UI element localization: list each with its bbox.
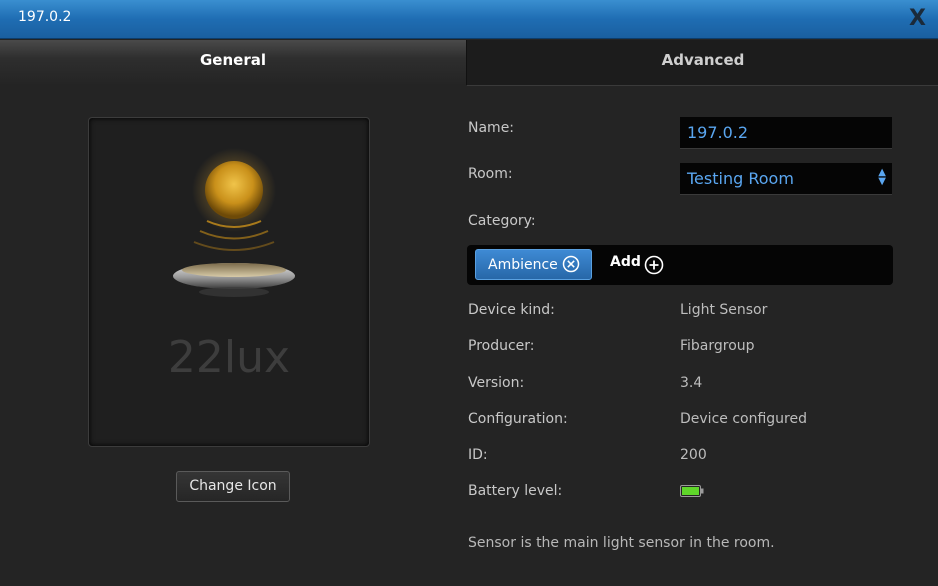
category-chip-ambience[interactable]: Ambience bbox=[475, 249, 592, 280]
producer-label: Producer: bbox=[468, 338, 535, 354]
device-kind-label: Device kind: bbox=[468, 302, 555, 318]
name-label: Name: bbox=[468, 120, 515, 136]
add-category-button[interactable]: Add bbox=[610, 254, 664, 276]
id-value: 200 bbox=[680, 447, 707, 463]
room-label: Room: bbox=[468, 166, 513, 182]
device-kind-value: Light Sensor bbox=[680, 302, 768, 318]
light-sensor-sun-icon bbox=[173, 148, 295, 297]
category-chip-label: Ambience bbox=[488, 257, 558, 273]
device-icon-preview: 22lux bbox=[88, 117, 370, 447]
remove-circle-icon[interactable] bbox=[562, 255, 580, 273]
battery-full-icon bbox=[680, 485, 704, 497]
window-title-bar: 197.0.2 X bbox=[0, 0, 938, 39]
close-button[interactable]: X bbox=[909, 6, 926, 31]
category-bar: Ambience Add bbox=[467, 245, 893, 285]
category-label: Category: bbox=[468, 213, 536, 229]
window-title: 197.0.2 bbox=[18, 9, 72, 25]
tab-bar: General Advanced bbox=[0, 40, 938, 86]
add-category-label: Add bbox=[610, 254, 641, 270]
room-select-value: Testing Room bbox=[687, 169, 794, 188]
configuration-label: Configuration: bbox=[468, 411, 568, 427]
battery-level-label: Battery level: bbox=[468, 483, 563, 499]
id-label: ID: bbox=[468, 447, 488, 463]
room-select[interactable]: Testing Room ▲ ▼ bbox=[680, 163, 892, 195]
version-label: Version: bbox=[468, 375, 525, 391]
select-arrows-icon: ▲ ▼ bbox=[878, 167, 886, 187]
producer-value: Fibargroup bbox=[680, 338, 755, 354]
version-value: 3.4 bbox=[680, 375, 703, 391]
tab-advanced[interactable]: Advanced bbox=[466, 40, 938, 86]
add-circle-icon bbox=[644, 255, 664, 275]
tab-general[interactable]: General bbox=[0, 40, 466, 86]
name-input[interactable] bbox=[680, 117, 892, 149]
change-icon-button[interactable]: Change Icon bbox=[176, 471, 290, 502]
device-description-note: Sensor is the main light sensor in the r… bbox=[468, 535, 775, 551]
lux-reading: 22lux bbox=[167, 332, 291, 383]
configuration-value: Device configured bbox=[680, 411, 807, 427]
